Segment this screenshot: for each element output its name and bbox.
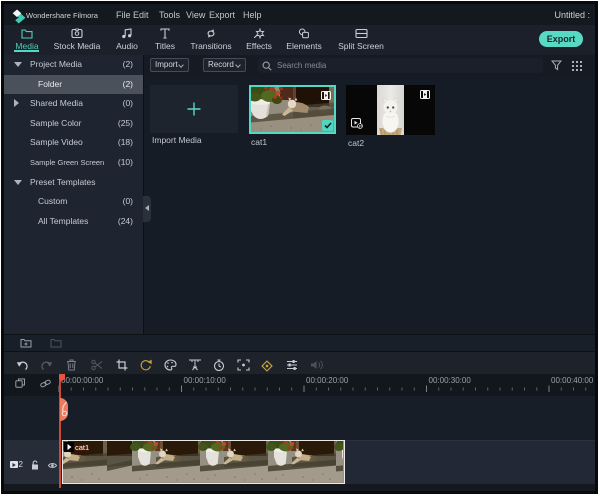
svg-text:P: P: [359, 124, 362, 129]
